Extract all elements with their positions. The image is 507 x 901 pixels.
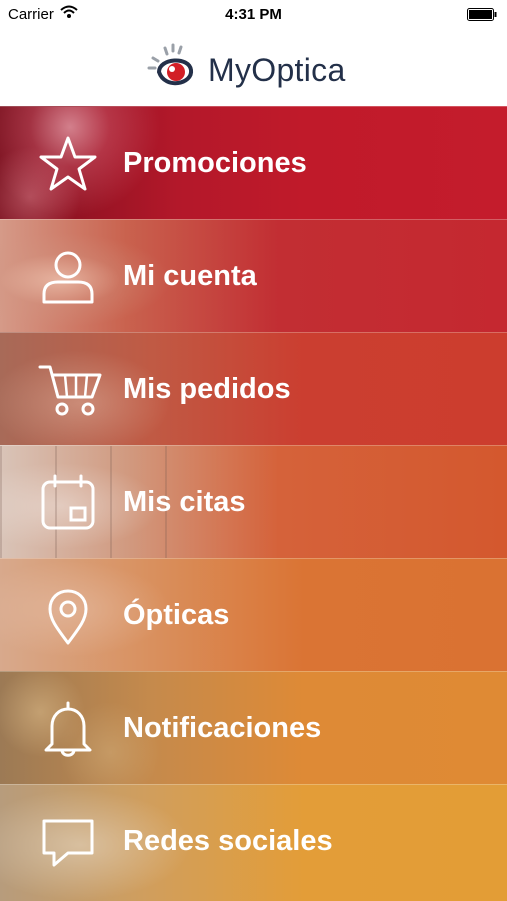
menu-item-label: Notificaciones [123, 712, 322, 744]
battery-icon [467, 8, 497, 25]
chat-bubble-icon [38, 813, 98, 871]
app-header: MyOptica [0, 28, 507, 106]
cart-icon [38, 361, 102, 419]
myoptica-logo-icon [145, 42, 201, 101]
status-time: 4:31 PM [225, 6, 282, 23]
menu-item-label: Ópticas [123, 599, 230, 631]
menu-item-label: Promociones [123, 147, 307, 179]
star-icon [38, 135, 98, 193]
main-menu: Promociones Mi cuenta Mis pedidos Mis ci… [0, 106, 507, 901]
menu-item-redes-sociales[interactable]: Redes sociales [0, 784, 507, 901]
calendar-icon [38, 474, 98, 532]
menu-item-opticas[interactable]: Ópticas [0, 558, 507, 671]
menu-item-notificaciones[interactable]: Notificaciones [0, 671, 507, 784]
menu-item-mis-pedidos[interactable]: Mis pedidos [0, 332, 507, 445]
menu-item-mis-citas[interactable]: Mis citas [0, 445, 507, 558]
bell-icon [38, 700, 98, 758]
menu-item-label: Mis citas [123, 486, 246, 518]
location-pin-icon [38, 587, 98, 645]
menu-item-promociones[interactable]: Promociones [0, 106, 507, 219]
user-icon [38, 248, 98, 306]
status-bar: Carrier 4:31 PM [0, 0, 507, 28]
menu-item-label: Mis pedidos [123, 373, 291, 405]
menu-item-mi-cuenta[interactable]: Mi cuenta [0, 219, 507, 332]
menu-item-label: Redes sociales [123, 825, 333, 857]
menu-item-label: Mi cuenta [123, 260, 257, 292]
brand-title: MyOptica [208, 52, 346, 88]
